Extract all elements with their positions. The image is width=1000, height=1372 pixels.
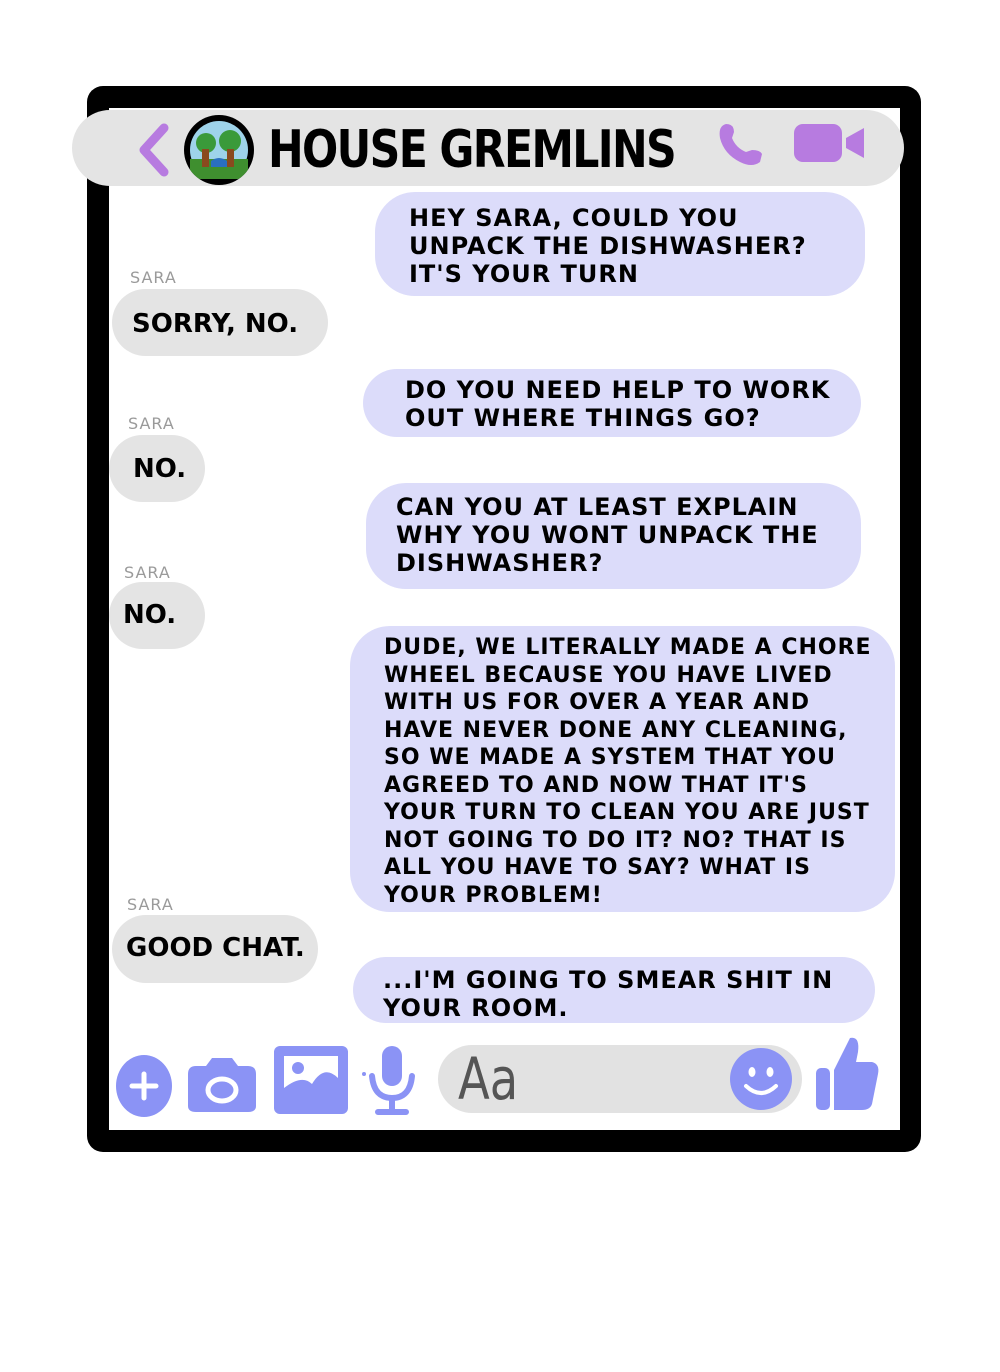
message-incoming[interactable]: NO.: [109, 582, 205, 649]
video-camera-icon[interactable]: [792, 122, 868, 164]
plus-circle-icon[interactable]: [114, 1052, 174, 1118]
sender-name: SARA: [130, 268, 177, 287]
message-outgoing[interactable]: DUDE, WE LITERALLY MADE A CHORE WHEEL BE…: [350, 626, 895, 912]
group-avatar[interactable]: [184, 115, 254, 185]
chevron-left-icon[interactable]: [134, 120, 174, 180]
message-outgoing[interactable]: ...I'M GOING TO SMEAR SHIT IN YOUR ROOM.: [353, 957, 875, 1023]
image-icon[interactable]: [272, 1044, 350, 1116]
message-outgoing[interactable]: HEY SARA, COULD YOU UNPACK THE DISHWASHE…: [375, 192, 865, 296]
chat-title: HOUSE GREMLINS: [268, 120, 677, 180]
message-incoming[interactable]: GOOD CHAT.: [112, 915, 318, 983]
thumbs-up-icon[interactable]: [814, 1034, 880, 1112]
message-incoming[interactable]: SORRY, NO.: [112, 289, 328, 356]
camera-icon[interactable]: [184, 1056, 260, 1114]
phone-icon[interactable]: [716, 120, 768, 168]
sender-name: SARA: [128, 414, 175, 433]
message-outgoing[interactable]: DO YOU NEED HELP TO WORK OUT WHERE THING…: [363, 369, 861, 437]
microphone-icon[interactable]: [360, 1044, 424, 1118]
message-outgoing[interactable]: CAN YOU AT LEAST EXPLAIN WHY YOU WONT UN…: [366, 483, 861, 589]
sender-name: SARA: [127, 895, 174, 914]
message-input-placeholder: Aa: [458, 1045, 519, 1113]
message-incoming[interactable]: NO.: [109, 435, 205, 502]
sender-name: SARA: [124, 563, 171, 582]
smiley-icon[interactable]: [728, 1046, 794, 1112]
avatar-image: [190, 121, 248, 179]
